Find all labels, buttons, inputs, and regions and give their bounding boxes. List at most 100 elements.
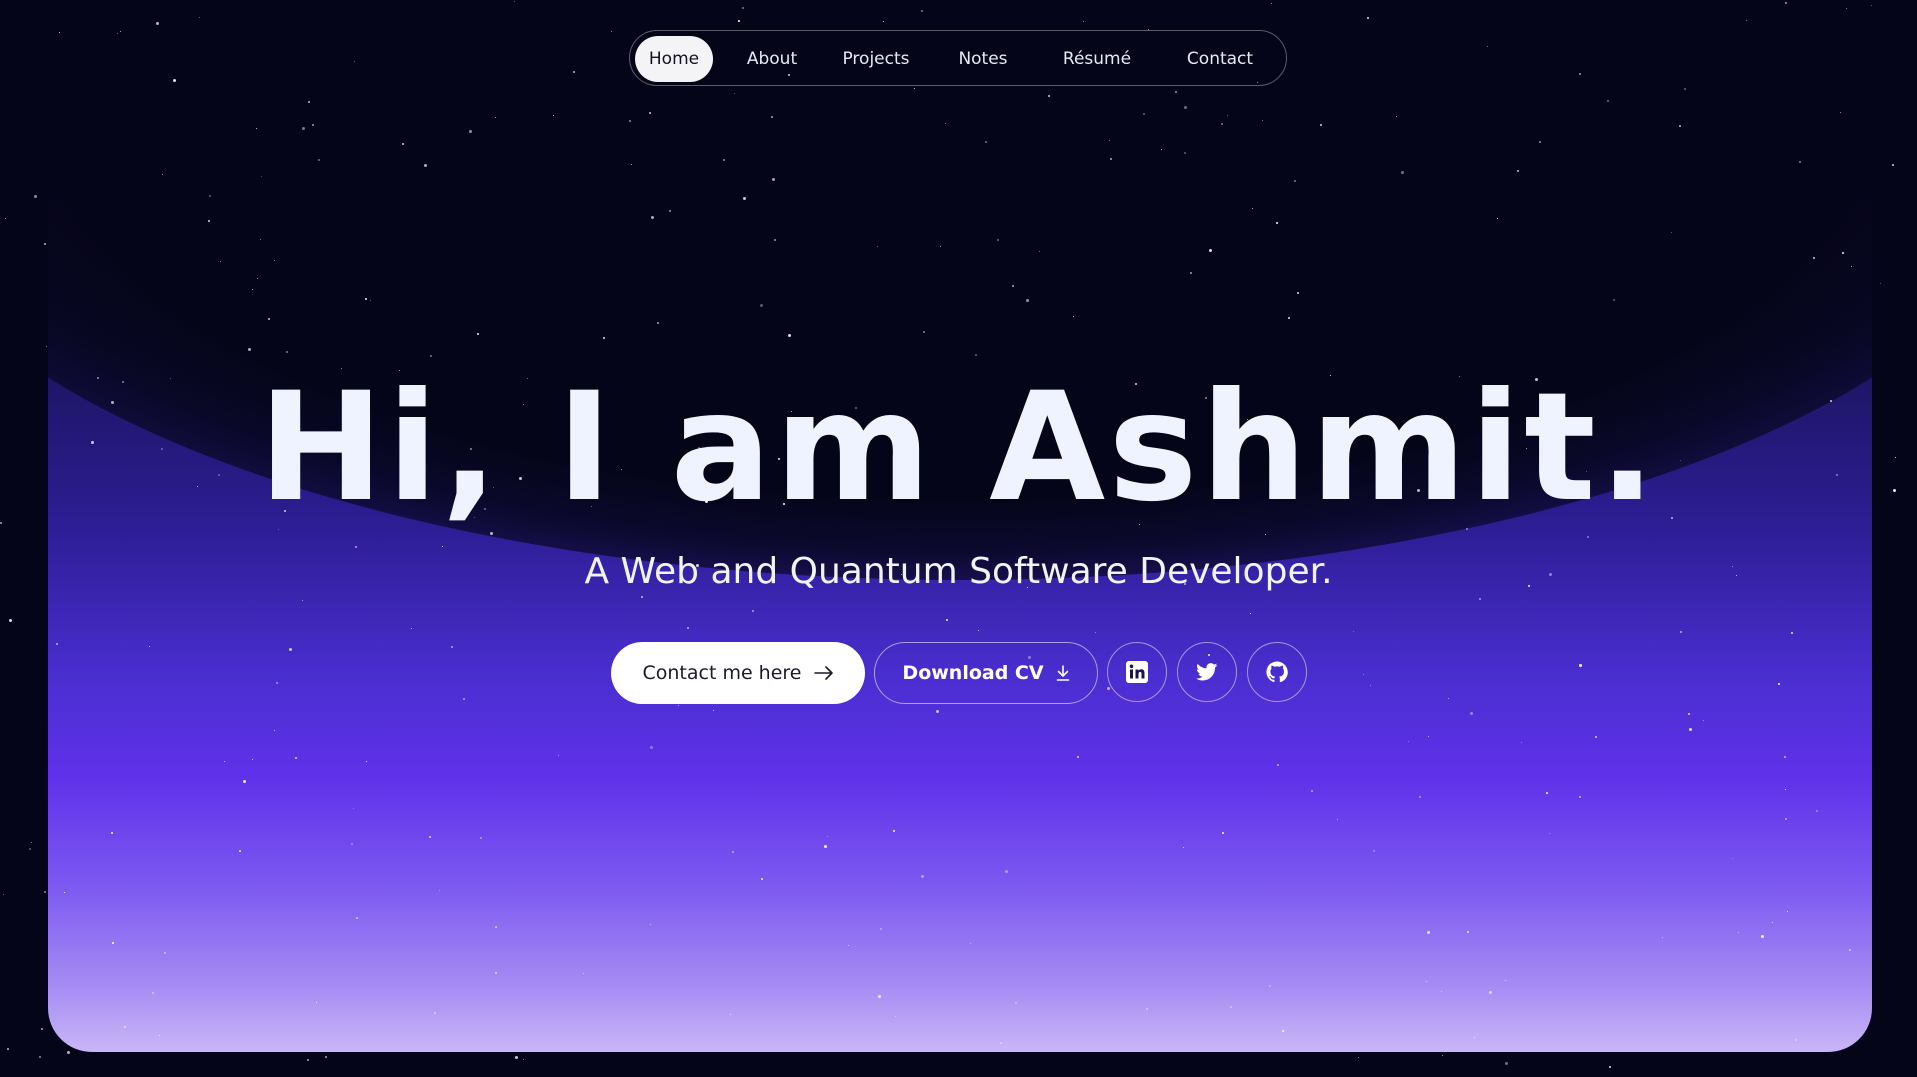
download-cv-label: Download CV [902, 662, 1044, 684]
download-cv-button[interactable]: Download CV [874, 642, 1098, 704]
star [1175, 91, 1177, 93]
star [469, 130, 472, 133]
star [59, 32, 60, 33]
twitter-icon [1196, 663, 1218, 681]
nav-item-home[interactable]: Home [635, 36, 713, 82]
star [1871, 5, 1872, 6]
twitter-link[interactable] [1177, 642, 1237, 702]
nav-item-projects[interactable]: Projects [830, 36, 922, 82]
contact-me-button[interactable]: Contact me here [611, 642, 865, 704]
github-link[interactable] [1247, 642, 1307, 702]
linkedin-icon [1126, 661, 1148, 683]
star [67, 1051, 70, 1054]
nav-item-about[interactable]: About [733, 36, 811, 82]
star [9, 619, 12, 622]
star [34, 195, 37, 198]
star [985, 141, 987, 143]
github-icon [1266, 661, 1288, 683]
star [1320, 124, 1322, 126]
star [325, 1056, 327, 1058]
star [29, 848, 31, 850]
star [771, 116, 773, 118]
star [44, 243, 46, 245]
star [156, 22, 159, 25]
star [772, 178, 775, 181]
star [1396, 116, 1397, 117]
arrow-right-icon [813, 666, 834, 680]
star [1892, 164, 1894, 166]
star [1846, 8, 1847, 9]
star [631, 164, 632, 165]
star [1785, 2, 1787, 4]
star [1294, 180, 1296, 182]
star [302, 127, 305, 130]
hero-glow-background [48, 200, 1872, 1052]
linkedin-link[interactable] [1107, 642, 1167, 702]
nav-item-resume[interactable]: Résumé [1054, 36, 1140, 82]
hero-title: Hi, I am Ashmit. [258, 361, 1659, 535]
star [7, 1048, 9, 1050]
star [945, 123, 946, 124]
star [256, 128, 257, 129]
star [44, 891, 46, 893]
star [41, 1028, 43, 1030]
star [611, 31, 612, 32]
star [734, 93, 735, 94]
star [1110, 158, 1112, 160]
star [1609, 1066, 1611, 1068]
star [1487, 46, 1488, 47]
star [1517, 170, 1519, 172]
star [162, 174, 163, 175]
star [1161, 149, 1162, 150]
star [883, 21, 884, 22]
star [1607, 100, 1609, 102]
star [5, 218, 6, 219]
star [1262, 120, 1263, 121]
star [402, 143, 404, 145]
download-icon [1056, 665, 1070, 681]
nav-item-notes[interactable]: Notes [946, 36, 1020, 82]
star [1109, 140, 1110, 141]
star [742, 7, 744, 9]
star [914, 88, 915, 89]
star [1271, 3, 1272, 4]
star [649, 112, 651, 114]
top-navigation: Home About Projects Notes Résumé Contact [629, 30, 1287, 86]
star [723, 159, 725, 161]
star [1227, 115, 1228, 116]
star [46, 346, 47, 347]
star [39, 1056, 41, 1058]
star [495, 117, 496, 118]
contact-me-label: Contact me here [642, 662, 802, 684]
star [173, 79, 176, 82]
star [261, 176, 262, 177]
star [738, 20, 740, 22]
star [312, 124, 314, 126]
star [1358, 1057, 1359, 1058]
star [117, 33, 118, 34]
star [553, 115, 554, 116]
hero-subtitle: A Web and Quantum Software Developer. [584, 551, 1333, 592]
star [120, 31, 121, 32]
page: Home About Projects Notes Résumé Contact… [0, 0, 1917, 1077]
star [1184, 152, 1186, 154]
star [307, 1059, 309, 1061]
nav-item-contact[interactable]: Contact [1170, 36, 1270, 82]
star [318, 159, 320, 161]
star [514, 1, 515, 2]
star [515, 1056, 518, 1059]
star [209, 195, 211, 197]
star [1539, 141, 1541, 143]
star [1442, 1055, 1443, 1056]
star [1684, 88, 1686, 90]
star [1401, 171, 1404, 174]
star [1679, 125, 1681, 127]
star [1505, 1062, 1508, 1065]
star [573, 71, 575, 73]
star [308, 101, 310, 103]
star [1184, 106, 1187, 109]
star [1840, 112, 1841, 113]
star [1746, 20, 1747, 21]
star [3, 894, 4, 895]
star [1579, 73, 1581, 75]
